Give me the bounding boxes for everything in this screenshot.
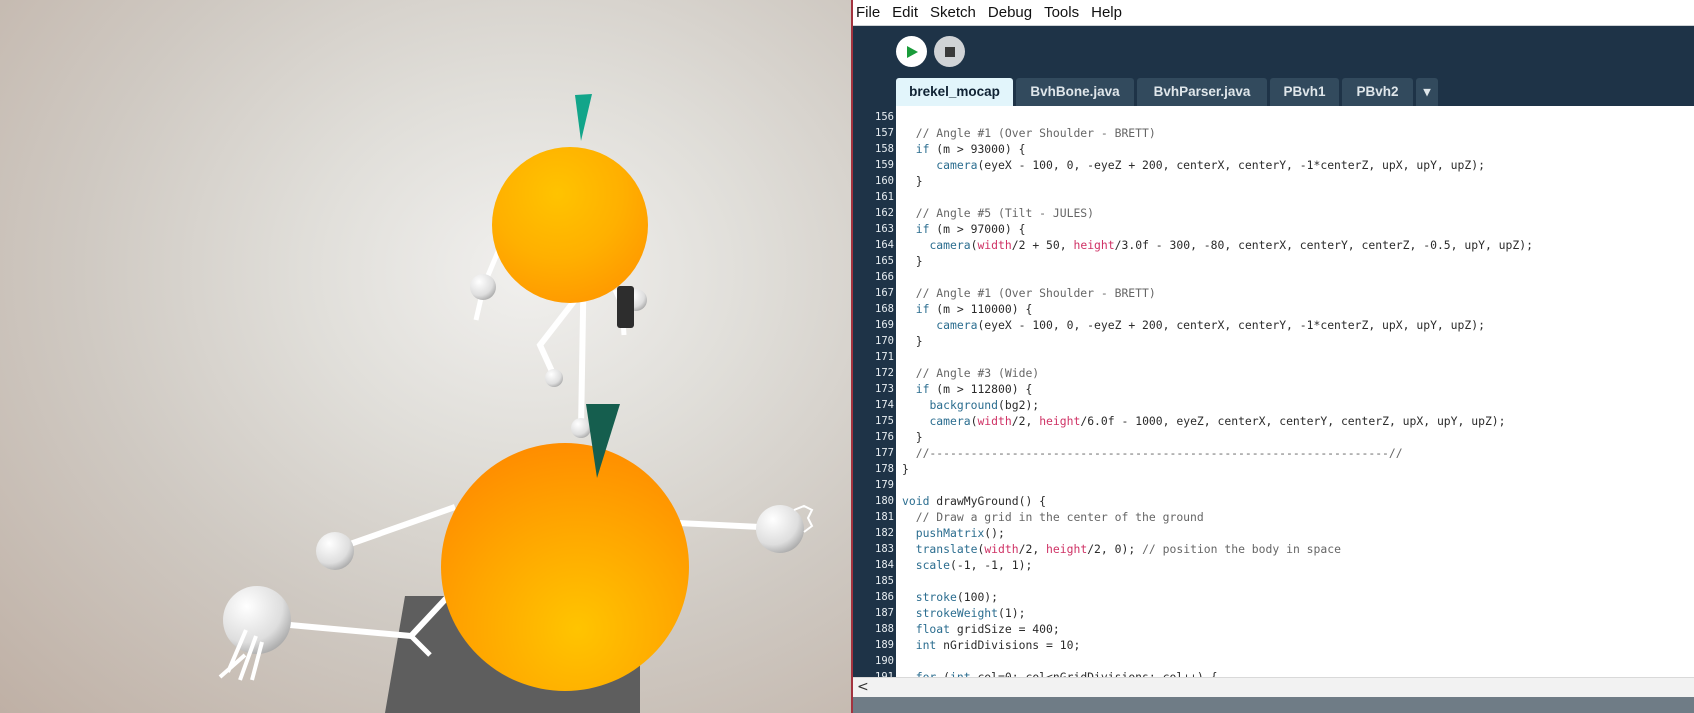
status-bar — [853, 697, 1694, 713]
line-number: 168 — [875, 303, 894, 315]
run-button[interactable] — [896, 36, 927, 67]
line-number: 170 — [875, 335, 894, 347]
menu-tools[interactable]: Tools — [1038, 0, 1085, 25]
line-number: 158 — [875, 143, 894, 155]
far-hand-block — [617, 286, 634, 328]
play-icon — [906, 45, 918, 58]
horizontal-scrollbar[interactable]: < — [853, 677, 1694, 697]
code-line: } — [902, 254, 923, 268]
line-number: 182 — [875, 527, 894, 539]
code-line: camera(eyeX - 100, 0, -eyeZ + 200, cente… — [936, 318, 1485, 332]
tab-pbvh2[interactable]: PBvh2 — [1342, 78, 1413, 106]
code-line: translate(width/2, height/2, 0); // posi… — [915, 542, 1341, 556]
line-number: 156 — [875, 111, 894, 123]
line-number: 164 — [875, 239, 894, 251]
scroll-left-button[interactable]: < — [857, 678, 869, 697]
code-line: } — [902, 334, 923, 348]
code-line: } — [902, 174, 923, 188]
line-number: 165 — [875, 255, 894, 267]
code-line: } — [902, 462, 909, 476]
line-number: 178 — [875, 463, 894, 475]
code-line: for (int col=0; col<nGridDivisions; col+… — [915, 670, 1218, 677]
line-number: 185 — [875, 575, 894, 587]
line-number: 184 — [875, 559, 894, 571]
line-number: 183 — [875, 543, 894, 555]
code-line: if (m > 112800) { — [915, 382, 1033, 396]
code-line: background(bg2); — [929, 398, 1040, 412]
tab-overflow-button[interactable]: ▾ — [1416, 78, 1438, 106]
line-number: 169 — [875, 319, 894, 331]
code-line: stroke(100); — [915, 590, 999, 604]
far-head-sphere — [492, 147, 648, 303]
code-line: } — [902, 430, 923, 444]
code-line: scale(-1, -1, 1); — [915, 558, 1033, 572]
line-number: 181 — [875, 511, 894, 523]
line-number: 171 — [875, 351, 894, 363]
code-editor[interactable]: // Angle #1 (Over Shoulder - BRETT) if (… — [896, 106, 1694, 677]
sketch-viewport — [0, 0, 851, 713]
line-number: 188 — [875, 623, 894, 635]
line-number: 167 — [875, 287, 894, 299]
line-number: 159 — [875, 159, 894, 171]
line-number: 166 — [875, 271, 894, 283]
line-number: 190 — [875, 655, 894, 667]
code-line: if (m > 110000) { — [915, 302, 1033, 316]
line-number: 161 — [875, 191, 894, 203]
tab-bvhbone-java[interactable]: BvhBone.java — [1016, 78, 1134, 106]
code-line: // Angle #1 (Over Shoulder - BRETT) — [915, 126, 1156, 140]
code-line: camera(width/2 + 50, height/3.0f - 300, … — [929, 238, 1533, 252]
processing-ide: File Edit Sketch Debug Tools Help brekel… — [853, 0, 1694, 713]
code-line: // Angle #1 (Over Shoulder - BRETT) — [915, 286, 1156, 300]
tab-pbvh1[interactable]: PBvh1 — [1270, 78, 1339, 106]
menu-file[interactable]: File — [853, 0, 886, 25]
line-number: 177 — [875, 447, 894, 459]
line-number: 174 — [875, 399, 894, 411]
code-line: // Angle #3 (Wide) — [915, 366, 1040, 380]
code-line: strokeWeight(1); — [915, 606, 1026, 620]
code-line: pushMatrix(); — [915, 526, 1005, 540]
stop-icon — [944, 46, 955, 57]
code-line: // Angle #5 (Tilt - JULES) — [915, 206, 1095, 220]
menu-bar: File Edit Sketch Debug Tools Help — [853, 0, 1694, 26]
line-number: 180 — [875, 495, 894, 507]
near-figure — [218, 404, 814, 691]
far-figure — [470, 94, 648, 431]
stop-button[interactable] — [934, 36, 965, 67]
line-number: 176 — [875, 431, 894, 443]
toolbar — [853, 26, 1694, 78]
line-number: 175 — [875, 415, 894, 427]
code-line: if (m > 97000) { — [915, 222, 1026, 236]
line-number: 186 — [875, 591, 894, 603]
line-number: 160 — [875, 175, 894, 187]
line-number: 187 — [875, 607, 894, 619]
line-number-gutter: 156 157 158 159 160 161 162 163 164 165 166 167 168 1… — [853, 106, 896, 677]
code-line: void drawMyGround() { — [902, 494, 1047, 508]
code-line: // Draw a grid in the center of the grou… — [915, 510, 1204, 524]
line-number: 189 — [875, 639, 894, 651]
code-line: camera(width/2, height/6.0f - 1000, eyeZ… — [929, 414, 1506, 428]
line-number: 163 — [875, 223, 894, 235]
menu-debug[interactable]: Debug — [982, 0, 1038, 25]
tab-bar: brekel_mocap BvhBone.java BvhParser.java… — [853, 78, 1694, 106]
code-line: float gridSize = 400; — [915, 622, 1060, 636]
line-number: 179 — [875, 479, 894, 491]
tab-bvhparser-java[interactable]: BvhParser.java — [1137, 78, 1267, 106]
line-number: 172 — [875, 367, 894, 379]
line-number: 173 — [875, 383, 894, 395]
far-head-marker — [575, 94, 592, 141]
menu-help[interactable]: Help — [1085, 0, 1128, 25]
line-number: 157 — [875, 127, 894, 139]
code-line: camera(eyeX - 100, 0, -eyeZ + 200, cente… — [936, 158, 1485, 172]
menu-sketch[interactable]: Sketch — [924, 0, 982, 25]
menu-edit[interactable]: Edit — [886, 0, 924, 25]
code-line: int nGridDivisions = 10; — [915, 638, 1081, 652]
mocap-scene — [218, 94, 814, 713]
near-body-sphere — [441, 443, 689, 691]
code-line: if (m > 93000) { — [915, 142, 1026, 156]
code-line: //--------------------------------------… — [915, 446, 1403, 460]
line-number: 162 — [875, 207, 894, 219]
tab-brekel-mocap[interactable]: brekel_mocap — [896, 78, 1013, 106]
line-number: 191 — [875, 671, 894, 677]
